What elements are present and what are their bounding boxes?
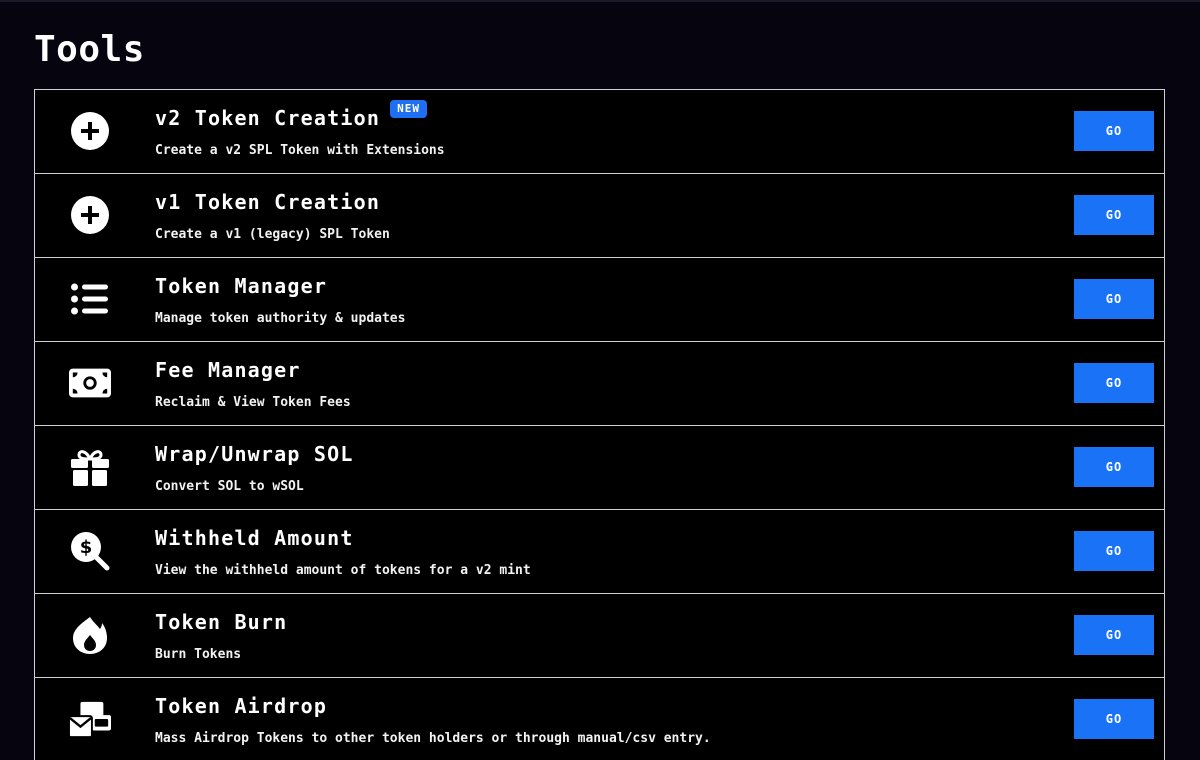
tool-text: Withheld Amount View the withheld amount…	[155, 524, 1024, 579]
tool-row-wrap-unwrap-sol: Wrap/Unwrap SOL Convert SOL to wSOL GO	[35, 426, 1164, 510]
go-button-wrap-unwrap-sol[interactable]: GO	[1074, 447, 1154, 487]
tool-row-token-manager: Token Manager Manage token authority & u…	[35, 258, 1164, 342]
go-button-withheld-amount[interactable]: GO	[1074, 531, 1154, 571]
tool-row-token-airdrop: Token Airdrop Mass Airdrop Tokens to oth…	[35, 678, 1164, 760]
plus-circle-icon	[69, 194, 111, 236]
money-bill-icon	[69, 362, 111, 404]
fire-icon	[69, 614, 111, 656]
new-badge: NEW	[390, 100, 427, 118]
svg-text:$: $	[80, 537, 93, 558]
go-button-v1-token-creation[interactable]: GO	[1074, 195, 1154, 235]
tool-text: Token Airdrop Mass Airdrop Tokens to oth…	[155, 692, 1024, 747]
go-button-token-airdrop[interactable]: GO	[1074, 699, 1154, 739]
tool-text: Token Burn Burn Tokens	[155, 608, 1024, 663]
tool-description: Manage token authority & updates	[155, 311, 406, 326]
tool-row-v2-token-creation: v2 Token Creation NEW Create a v2 SPL To…	[35, 90, 1164, 174]
tool-row-v1-token-creation: v1 Token Creation Create a v1 (legacy) S…	[35, 174, 1164, 258]
tool-row-fee-manager: Fee Manager Reclaim & View Token Fees GO	[35, 342, 1164, 426]
go-button-fee-manager[interactable]: GO	[1074, 363, 1154, 403]
plus-circle-icon	[69, 110, 111, 152]
tool-description: View the withheld amount of tokens for a…	[155, 563, 531, 578]
tool-title: Wrap/Unwrap SOL	[155, 442, 354, 466]
tool-title: Token Airdrop	[155, 694, 328, 718]
tool-description: Convert SOL to wSOL	[155, 479, 304, 494]
search-dollar-icon: $	[69, 530, 111, 572]
tool-text: Fee Manager Reclaim & View Token Fees	[155, 356, 1024, 411]
tool-description: Create a v1 (legacy) SPL Token	[155, 227, 390, 242]
go-button-v2-token-creation[interactable]: GO	[1074, 111, 1154, 151]
tools-list: v2 Token Creation NEW Create a v2 SPL To…	[34, 89, 1165, 760]
top-border	[0, 0, 1200, 2]
tool-description: Burn Tokens	[155, 647, 242, 662]
tool-description: Create a v2 SPL Token with Extensions	[155, 143, 445, 158]
tool-title: v1 Token Creation	[155, 190, 381, 214]
go-button-token-burn[interactable]: GO	[1074, 615, 1154, 655]
tool-row-withheld-amount: $ Withheld Amount View the withheld amou…	[35, 510, 1164, 594]
tool-row-token-burn: Token Burn Burn Tokens GO	[35, 594, 1164, 678]
tool-text: Wrap/Unwrap SOL Convert SOL to wSOL	[155, 440, 1024, 495]
tool-title: v2 Token Creation	[155, 106, 381, 130]
tool-description: Mass Airdrop Tokens to other token holde…	[155, 731, 711, 746]
gift-icon	[69, 446, 111, 488]
tool-text: v2 Token Creation NEW Create a v2 SPL To…	[155, 100, 1024, 159]
tool-title: Token Manager	[155, 274, 328, 298]
envelopes-icon	[69, 698, 111, 740]
tool-title: Fee Manager	[155, 358, 301, 382]
tool-title: Withheld Amount	[155, 526, 354, 550]
tool-title: Token Burn	[155, 610, 288, 634]
tool-description: Reclaim & View Token Fees	[155, 395, 351, 410]
page-title: Tools	[34, 29, 145, 70]
go-button-token-manager[interactable]: GO	[1074, 279, 1154, 319]
tool-text: Token Manager Manage token authority & u…	[155, 272, 1024, 327]
list-icon	[69, 278, 111, 320]
tool-text: v1 Token Creation Create a v1 (legacy) S…	[155, 188, 1024, 243]
